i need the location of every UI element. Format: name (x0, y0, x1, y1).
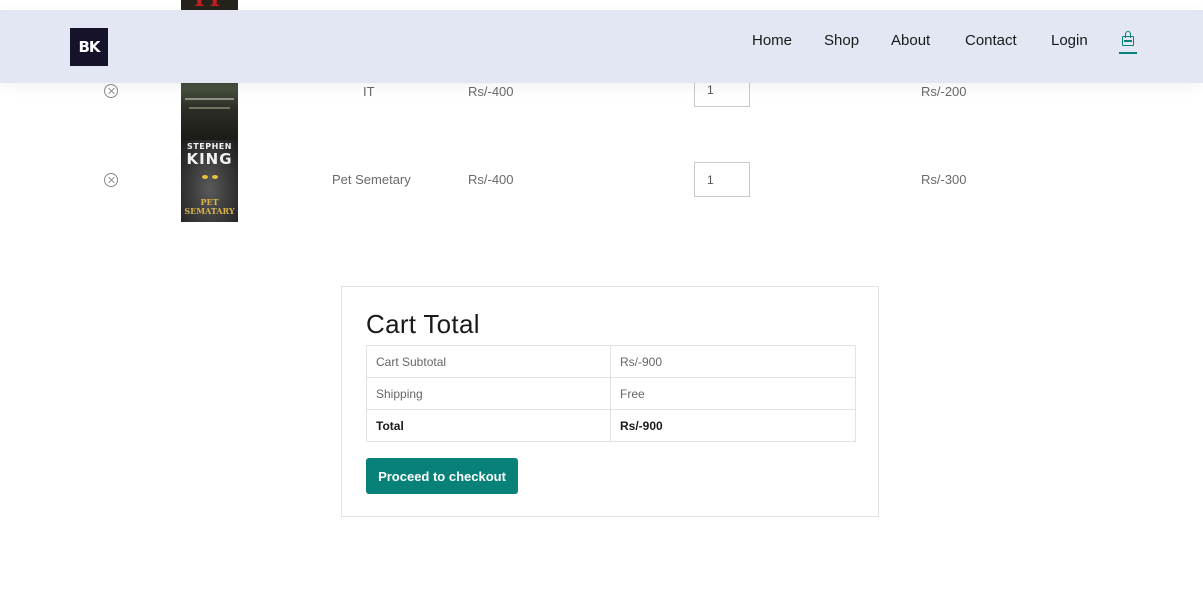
cart-product-name[interactable]: Pet Semetary (332, 172, 411, 187)
table-row: Cart Subtotal Rs/-900 (366, 345, 856, 378)
nav-shop[interactable]: Shop (824, 32, 859, 49)
cat-eye (202, 175, 208, 179)
cart-product-price: Rs/-400 (468, 172, 514, 187)
cat-eye (212, 175, 218, 179)
brand-logo[interactable]: BK (70, 28, 108, 66)
cart-total-card: Cart Total Cart Subtotal Rs/-900 Shippin… (341, 286, 879, 517)
cover-decoration (185, 98, 234, 100)
book-cover-pet-semetary[interactable]: STEPHEN KING PET SEMATARY (181, 140, 238, 222)
totals-value: Free (610, 377, 856, 410)
totals-label: Total (366, 409, 611, 442)
cart-row-subtotal: Rs/-300 (921, 172, 967, 187)
book-cover-author-last: KING (186, 150, 233, 168)
totals-value: Rs/-900 (610, 345, 856, 378)
cart-product-name[interactable]: IT (363, 84, 375, 99)
cart-totals-table: Cart Subtotal Rs/-900 Shipping Free Tota… (366, 345, 856, 442)
cover-decoration (189, 107, 230, 109)
table-row: Shipping Free (366, 377, 856, 410)
active-indicator (1119, 52, 1137, 54)
totals-value: Rs/-900 (610, 409, 856, 442)
quantity-input[interactable] (694, 162, 750, 197)
nav-about[interactable]: About (891, 32, 930, 49)
cart-product-price: Rs/-400 (468, 84, 514, 99)
cart-total-title: Cart Total (366, 309, 480, 339)
table-row: Total Rs/-900 (366, 409, 856, 442)
remove-circle-icon[interactable] (104, 84, 118, 98)
proceed-to-checkout-button[interactable]: Proceed to checkout (366, 458, 518, 494)
totals-label: Cart Subtotal (366, 345, 611, 378)
remove-circle-icon[interactable] (104, 173, 118, 187)
shopping-bag-icon[interactable] (1121, 31, 1135, 47)
nav-contact[interactable]: Contact (965, 32, 1017, 49)
site-header: BK Home Shop About Contact Login (0, 10, 1203, 83)
cart-row-subtotal: Rs/-200 (921, 84, 967, 99)
book-cover-title: PET SEMATARY (184, 197, 235, 216)
book-cover-title: IT (181, 0, 238, 10)
nav-login[interactable]: Login (1051, 32, 1088, 49)
nav-home[interactable]: Home (752, 32, 792, 49)
totals-label: Shipping (366, 377, 611, 410)
